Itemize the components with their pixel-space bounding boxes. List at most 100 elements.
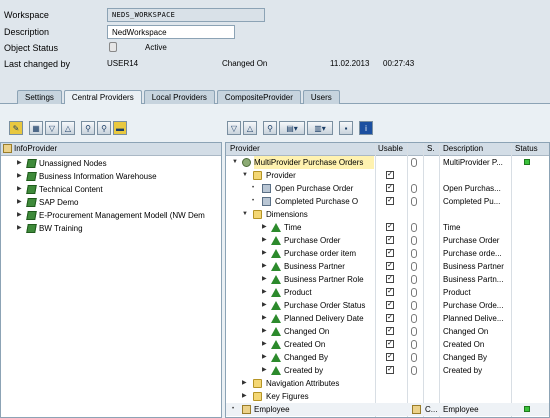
expand-icon-right[interactable]: ▽ [227,121,241,135]
table-row[interactable]: ▶ Changed On ✓ Changed On [226,325,549,338]
s-radio[interactable] [411,236,417,245]
tab-users[interactable]: Users [302,90,340,104]
table-row[interactable]: ▶ Created On ✓ Created On [226,338,549,351]
table-row[interactable]: ▶ Business Partner Role ✓ Business Partn... [226,273,549,286]
table-row[interactable]: ▶ Product ✓ Product [226,286,549,299]
table-row[interactable]: ▶ Key Figures [226,390,549,403]
usable-checkbox[interactable]: ✓ [386,314,394,322]
print-menu-icon[interactable]: ▤▾ [279,121,305,135]
collapse-icon[interactable]: △ [61,121,75,135]
usable-checkbox[interactable]: ✓ [386,353,394,361]
infoarea-icon [26,172,37,181]
s-radio[interactable] [411,314,417,323]
col-usable[interactable]: Usable [378,143,403,155]
details-icon[interactable]: ✎ [9,121,23,135]
tab-composite-provider[interactable]: CompositeProvider [216,90,301,104]
info-icon[interactable]: i [359,121,373,135]
table-row[interactable]: • Employee C... Employee [226,403,549,416]
usable-checkbox[interactable]: ✓ [386,236,394,244]
table-row[interactable]: ▶ Created by ✓ Created by [226,364,549,377]
tab-local-providers[interactable]: Local Providers [143,90,215,104]
s-radio[interactable] [411,249,417,258]
table-row[interactable]: ▼ MultiProvider Purchase Orders MultiPro… [226,156,549,169]
usable-checkbox[interactable]: ✓ [386,171,394,179]
s-radio[interactable] [411,327,417,336]
table-row[interactable]: ▶ Purchase Order ✓ Purchase Order [226,234,549,247]
folder-icon [253,392,262,401]
infoarea-icon [26,224,37,233]
folder-icon [253,379,262,388]
find-icon[interactable]: ⚲ [81,121,95,135]
tree-node[interactable]: ▶ E-Procurement Management Modell (NW Dem [1,209,221,222]
usable-checkbox[interactable]: ✓ [386,223,394,231]
usable-checkbox[interactable]: ✓ [386,366,394,374]
tree-node[interactable]: ▶ BW Training [1,222,221,235]
tree-node[interactable]: ▶ Business Information Warehouse [1,170,221,183]
right-toolbar: ▽ △ ⚲ ▤▾ ▥▾ ▪ i [227,118,375,138]
tab-central-providers[interactable]: Central Providers [63,90,142,104]
col-provider[interactable]: Provider [230,143,260,155]
table-row[interactable]: ▶ Purchase Order Status ✓ Purchase Orde... [226,299,549,312]
usable-checkbox[interactable]: ✓ [386,340,394,348]
expand-icon[interactable]: ▽ [45,121,59,135]
tree-node[interactable]: ▶ Technical Content [1,183,221,196]
s-radio[interactable] [411,288,417,297]
characteristic-icon [271,314,281,323]
usable-checkbox[interactable]: ✓ [386,184,394,192]
usable-checkbox[interactable]: ✓ [386,275,394,283]
s-radio[interactable] [411,158,417,167]
table-row[interactable]: ▶ Changed By ✓ Changed By [226,351,549,364]
usable-checkbox[interactable]: ✓ [386,197,394,205]
col-s[interactable]: S. [427,143,435,155]
table-row[interactable]: ▼ Provider ✓ [226,169,549,182]
s-radio[interactable] [411,275,417,284]
object-status-label: Object Status [4,43,59,53]
table-row[interactable]: • Completed Purchase O ✓ Completed Pu... [226,195,549,208]
infoarea-icon [26,159,37,168]
table-row[interactable]: ▶ Purchase order item ✓ Purchase orde... [226,247,549,260]
workspace-field: NEDS_WORKSPACE [107,8,265,22]
s-radio[interactable] [411,223,417,232]
usable-checkbox[interactable]: ✓ [386,288,394,296]
usable-checkbox[interactable]: ✓ [386,327,394,335]
s-radio[interactable] [411,197,417,206]
infoobject-icon [242,405,251,414]
usable-checkbox[interactable]: ✓ [386,249,394,257]
s-radio[interactable] [411,340,417,349]
save-icon[interactable]: ▪ [339,121,353,135]
layout-icon[interactable]: ▬ [113,121,127,135]
characteristic-icon [271,249,281,258]
table-row[interactable]: ▶ Business Partner ✓ Business Partner [226,260,549,273]
s-radio[interactable] [411,184,417,193]
tab-settings[interactable]: Settings [17,90,62,104]
description-field[interactable]: NedWorkspace [107,25,235,39]
table-row[interactable]: ▶ Navigation Attributes [226,377,549,390]
provider-table-header: Provider Usable S. Description Status [226,143,549,156]
col-status[interactable]: Status [515,143,538,155]
expand-all-icon[interactable]: ▦ [29,121,43,135]
usable-checkbox[interactable]: ✓ [386,301,394,309]
table-row[interactable]: ▼ Dimensions [226,208,549,221]
table-row[interactable]: • Open Purchase Order ✓ Open Purchas... [226,182,549,195]
infoprovider-icon [3,144,12,153]
find-next-icon[interactable]: ⚲ [97,121,111,135]
find-icon-right[interactable]: ⚲ [263,121,277,135]
infoprovider-cube-icon [262,184,271,193]
layout-menu-icon[interactable]: ▥▾ [307,121,333,135]
last-changed-value: USER14 [107,59,139,68]
s-radio[interactable] [411,353,417,362]
s-radio[interactable] [411,262,417,271]
infoprovider-tree: InfoProvider ▶ Unassigned Nodes ▶ Business… [0,142,222,418]
col-description[interactable]: Description [443,143,483,155]
tab-strip: Settings Central Providers Local Provide… [17,90,342,104]
table-row[interactable]: ▶ Planned Delivery Date ✓ Planned Delive... [226,312,549,325]
table-row[interactable]: ▶ Time ✓ Time [226,221,549,234]
s-radio[interactable] [411,301,417,310]
tree-node[interactable]: ▶ SAP Demo [1,196,221,209]
changed-on-time: 00:27:43 [383,59,415,68]
provider-tree-table: Provider Usable S. Description Status ▼ … [225,142,550,418]
s-radio[interactable] [411,366,417,375]
tree-node[interactable]: ▶ Unassigned Nodes [1,157,221,170]
collapse-icon-right[interactable]: △ [243,121,257,135]
usable-checkbox[interactable]: ✓ [386,262,394,270]
